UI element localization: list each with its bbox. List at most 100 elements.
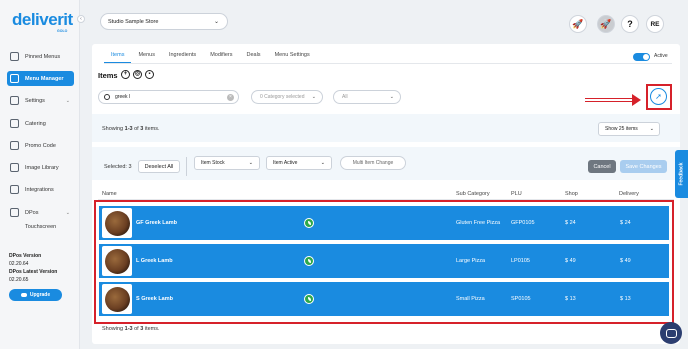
sidebar-item-dpos[interactable]: DPos ⌄ [7, 205, 74, 220]
chevron-down-icon: ⌄ [213, 19, 219, 25]
sidebar-subitem-touchscreen[interactable]: Touchscreen [25, 224, 56, 230]
dpos-version: 02.20.64 [9, 261, 29, 267]
print-icon[interactable]: ▪ [145, 70, 154, 79]
search-items-icon[interactable]: ◎ [133, 70, 142, 79]
pointer-icon: ➚ [655, 92, 662, 101]
store-select[interactable]: Studio Sample Store ⌄ [100, 13, 228, 30]
upgrade-button[interactable]: Upgrade [9, 289, 62, 301]
sidebar-item-settings[interactable]: Settings ⌄ [7, 93, 74, 108]
selected-count: Selected: 3 [104, 164, 132, 170]
deselect-all-button[interactable]: Deselect All [138, 160, 180, 173]
sidebar-item-label: Integrations [25, 186, 54, 193]
search-icon [104, 94, 110, 100]
results-count: Showing 1-3 of 3 items. [102, 126, 160, 132]
chevron-down-icon: ⌄ [649, 126, 654, 132]
chevron-down-icon: ⌄ [320, 160, 325, 166]
add-new-item-button[interactable]: ➚ [650, 88, 667, 105]
pin-icon [10, 52, 19, 61]
tab-bar: Items Menus Ingredients Modifiers Deals … [104, 52, 317, 63]
annotation-table-highlight [94, 200, 674, 324]
promo-icon [10, 141, 19, 150]
dpos-latest: 02.20.65 [9, 277, 29, 283]
help-icon[interactable]: ? [621, 15, 639, 33]
sidebar-item-image-library[interactable]: Image Library [7, 160, 74, 175]
save-changes-button[interactable]: Save Changes [620, 160, 667, 173]
chevron-down-icon: ⌄ [248, 160, 253, 166]
category-select-value: 0 Category selected [260, 94, 305, 100]
tab-modifiers[interactable]: Modifiers [203, 52, 239, 63]
catering-icon [10, 119, 19, 128]
search-value: greek l [115, 94, 131, 100]
status-select-value: All [342, 94, 348, 100]
menu-icon [10, 74, 19, 83]
sidebar-item-label: Menu Manager [25, 75, 64, 82]
chevron-down-icon: ⌄ [311, 94, 316, 100]
gear-icon [10, 96, 19, 105]
page-title: Items [98, 71, 118, 80]
cancel-button[interactable]: Cancel [588, 160, 616, 173]
item-stock-label: Item Stock [201, 160, 225, 166]
chevron-down-icon: ⌄ [389, 94, 394, 100]
tab-items[interactable]: Items [104, 52, 132, 63]
main-panel: Items Menus Ingredients Modifiers Deals … [92, 44, 680, 344]
clear-search-icon[interactable]: × [227, 94, 234, 101]
dpos-latest-label: DPos Latest Version [9, 269, 58, 275]
feedback-label: Feedback [678, 162, 685, 186]
column-header-sub-category[interactable]: Sub Category [456, 191, 490, 197]
sidebar-item-label: Pinned Menus [25, 53, 61, 60]
chat-icon[interactable] [660, 322, 682, 344]
sidebar-item-label: Catering [25, 120, 46, 127]
cloud-icon [20, 293, 27, 297]
user-avatar[interactable]: RE [646, 15, 664, 33]
image-icon [10, 163, 19, 172]
page-size-value: Show 25 items [605, 126, 638, 132]
tab-deals[interactable]: Deals [240, 52, 268, 63]
brand-logo[interactable]: deliverit [12, 10, 73, 30]
annotation-arrow [585, 98, 633, 102]
results-count-bottom: Showing 1-3 of 3 items. [102, 326, 160, 332]
dpos-version-label: DPos Version [9, 253, 42, 259]
sidebar-collapse-button[interactable]: ‹ [77, 15, 85, 23]
active-toggle-label: Active [654, 53, 668, 59]
pos-icon [10, 208, 19, 217]
sidebar-item-label: DPos [25, 209, 39, 216]
add-item-icon[interactable]: + [121, 70, 130, 79]
tab-divider [104, 63, 672, 64]
sidebar-item-label: Settings [25, 97, 45, 104]
integrations-icon [10, 185, 19, 194]
results-band [92, 114, 680, 142]
tab-menu-settings[interactable]: Menu Settings [268, 52, 317, 63]
search-input[interactable]: greek l × [98, 90, 239, 104]
chevron-down-icon: ⌄ [65, 97, 70, 104]
sidebar-item-integrations[interactable]: Integrations [7, 182, 74, 197]
sidebar: deliverit GOLO Pinned Menus Menu Manager… [0, 0, 80, 349]
sidebar-item-catering[interactable]: Catering [7, 116, 74, 131]
brand-logo-sub: GOLO [57, 29, 68, 33]
item-active-select[interactable]: Item Active ⌄ [266, 156, 332, 170]
multi-item-change-button[interactable]: Multi Item Change [340, 156, 406, 170]
column-header-plu[interactable]: PLU [511, 191, 522, 197]
item-stock-select[interactable]: Item Stock ⌄ [194, 156, 260, 170]
store-select-value: Studio Sample Store [108, 18, 159, 25]
status-select[interactable]: All ⌄ [333, 90, 401, 104]
sidebar-item-promo-code[interactable]: Promo Code [7, 138, 74, 153]
feedback-tab[interactable]: Feedback [675, 150, 688, 198]
column-header-shop[interactable]: Shop [565, 191, 578, 197]
sidebar-item-pinned-menus[interactable]: Pinned Menus [7, 49, 74, 64]
page-size-select[interactable]: Show 25 items ⌄ [598, 122, 660, 136]
rocket-disabled-icon[interactable]: 🚀 [597, 15, 615, 33]
sidebar-item-label: Promo Code [25, 142, 56, 149]
item-active-label: Item Active [273, 160, 298, 166]
divider [186, 157, 187, 176]
active-toggle[interactable] [633, 53, 650, 61]
category-select[interactable]: 0 Category selected ⌄ [251, 90, 323, 104]
column-header-delivery[interactable]: Delivery [619, 191, 639, 197]
tab-ingredients[interactable]: Ingredients [162, 52, 203, 63]
tab-menus[interactable]: Menus [131, 52, 162, 63]
rocket-icon[interactable]: 🚀 [569, 15, 587, 33]
chevron-down-icon: ⌄ [65, 209, 70, 216]
sidebar-item-menu-manager[interactable]: Menu Manager [7, 71, 74, 86]
column-header-name[interactable]: Name [102, 191, 117, 197]
upgrade-label: Upgrade [29, 292, 51, 298]
sidebar-item-label: Image Library [25, 164, 59, 171]
